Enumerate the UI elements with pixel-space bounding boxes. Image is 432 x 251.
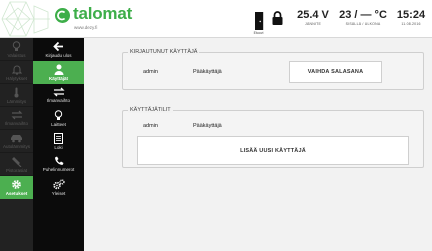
- swap-arrows-icon: [52, 87, 65, 97]
- logged-in-user-section: KIRJAUTUNUT KÄYTTÄJÄ admin Pääkäyttäjä V…: [122, 49, 424, 90]
- nav-item-kayttajat[interactable]: Käyttäjät: [33, 61, 84, 84]
- nav-label: Lämmitys: [6, 99, 27, 104]
- gear-icon: [12, 180, 21, 189]
- nav-item-yleiset[interactable]: Yleiset: [33, 176, 84, 199]
- door-label: Etuovi: [253, 31, 264, 35]
- section-title: KIRJAUTUNUT KÄYTTÄJÄ: [128, 49, 200, 55]
- nav-label: Ilmanvaihto: [46, 98, 70, 103]
- nav-label: Pistorasiat: [5, 168, 27, 173]
- logged-in-username: admin: [143, 69, 158, 75]
- sidebar: Valaistus Hälytykset Lämmitys Ilmanvaiht…: [0, 38, 84, 251]
- thermometer-icon: [14, 87, 19, 98]
- document-icon: [54, 133, 63, 144]
- nav-label: Kirjaudu ulos: [45, 53, 72, 58]
- nav-label: Puhelinnumerot: [42, 167, 75, 172]
- main-content: KIRJAUTUNUT KÄYTTÄJÄ admin Pääkäyttäjä V…: [84, 38, 432, 251]
- bell-icon: [11, 65, 22, 75]
- temperature-readout: 23 / — °C SISÄLLÄ / ULKONA: [335, 9, 391, 26]
- nav-label: Käyttäjät: [48, 76, 68, 81]
- logo-mark-icon: [55, 8, 70, 23]
- nav-label: Ilmanvaihto: [4, 121, 28, 126]
- logo-pattern-icon: [1, 1, 50, 37]
- car-icon: [11, 135, 22, 143]
- temperature-value: 23 / — °C: [339, 9, 387, 21]
- nav-label: Loki: [54, 145, 63, 150]
- nav-item-kirjaudu-ulos[interactable]: Kirjaudu ulos: [33, 38, 84, 61]
- nav-item-asetukset[interactable]: Asetukset: [0, 176, 33, 199]
- user-icon: [54, 64, 63, 75]
- nav-item-autolammitys[interactable]: Autolämmitys: [0, 130, 33, 153]
- nav-label: Autolämmitys: [2, 144, 30, 149]
- clock-date: 11.08.2016: [401, 22, 421, 26]
- nav-label: Laitteet: [51, 122, 66, 127]
- add-user-button[interactable]: LISÄÄ UUSI KÄYTTÄJÄ: [137, 136, 409, 165]
- logo-url: www.dezy.fi: [74, 25, 98, 30]
- top-bar: talomat www.dezy.fi Etuovi 25.4 V JÄNNIT…: [0, 0, 432, 38]
- logo-text: talomat: [73, 4, 133, 23]
- arrow-left-icon: [53, 41, 63, 52]
- bulb-icon: [12, 41, 21, 51]
- nav-item-pistorasiat[interactable]: Pistorasiat: [0, 153, 33, 176]
- nav-label: Hälytykset: [6, 76, 27, 81]
- lock-icon[interactable]: [272, 11, 283, 25]
- voltage-value: 25.4 V: [297, 9, 329, 21]
- phone-icon: [54, 156, 63, 165]
- clock-time: 15:24: [396, 9, 426, 21]
- nav-item-ilmanvaihto-settings[interactable]: Ilmanvaihto: [33, 84, 84, 107]
- nav-item-laitteet[interactable]: Laitteet: [33, 107, 84, 130]
- clock-readout: 15:24 11.08.2016: [393, 9, 429, 26]
- nav-label: Valaistus: [7, 53, 26, 58]
- nav-item-ilmanvaihto[interactable]: Ilmanvaihto: [0, 107, 33, 130]
- bulb-icon: [54, 110, 63, 120]
- temperature-label: SISÄLLÄ / ULKONA: [345, 22, 381, 26]
- gears-icon: [52, 179, 65, 190]
- nav-item-lammitys[interactable]: Lämmitys: [0, 84, 33, 107]
- voltage-readout: 25.4 V JÄNNITE: [295, 9, 331, 26]
- change-password-button[interactable]: VAIHDA SALASANA: [289, 61, 382, 83]
- plug-icon: [11, 157, 21, 167]
- nav-item-loki[interactable]: Loki: [33, 130, 84, 153]
- user-row-username[interactable]: admin: [143, 123, 158, 129]
- nav-item-halytykset[interactable]: Hälytykset: [0, 61, 33, 84]
- nav-label: Yleiset: [51, 191, 66, 196]
- fan-icon: [11, 110, 22, 120]
- voltage-label: JÄNNITE: [305, 22, 321, 26]
- user-row-role[interactable]: Pääkäyttäjä: [193, 123, 222, 129]
- main-nav: Valaistus Hälytykset Lämmitys Ilmanvaiht…: [0, 38, 33, 251]
- nav-label: Asetukset: [5, 191, 28, 196]
- section-title: KÄYTTÄJÄTILIT: [128, 107, 173, 113]
- logged-in-role: Pääkäyttäjä: [193, 69, 222, 75]
- user-accounts-section: KÄYTTÄJÄTILIT admin Pääkäyttäjä LISÄÄ UU…: [122, 107, 424, 168]
- nav-item-puhelinnumerot[interactable]: Puhelinnumerot: [33, 153, 84, 176]
- settings-nav: Kirjaudu ulos Käyttäjät Ilmanvaihto Lait…: [33, 38, 84, 251]
- door-icon[interactable]: [254, 12, 264, 30]
- nav-item-valaistus[interactable]: Valaistus: [0, 38, 33, 61]
